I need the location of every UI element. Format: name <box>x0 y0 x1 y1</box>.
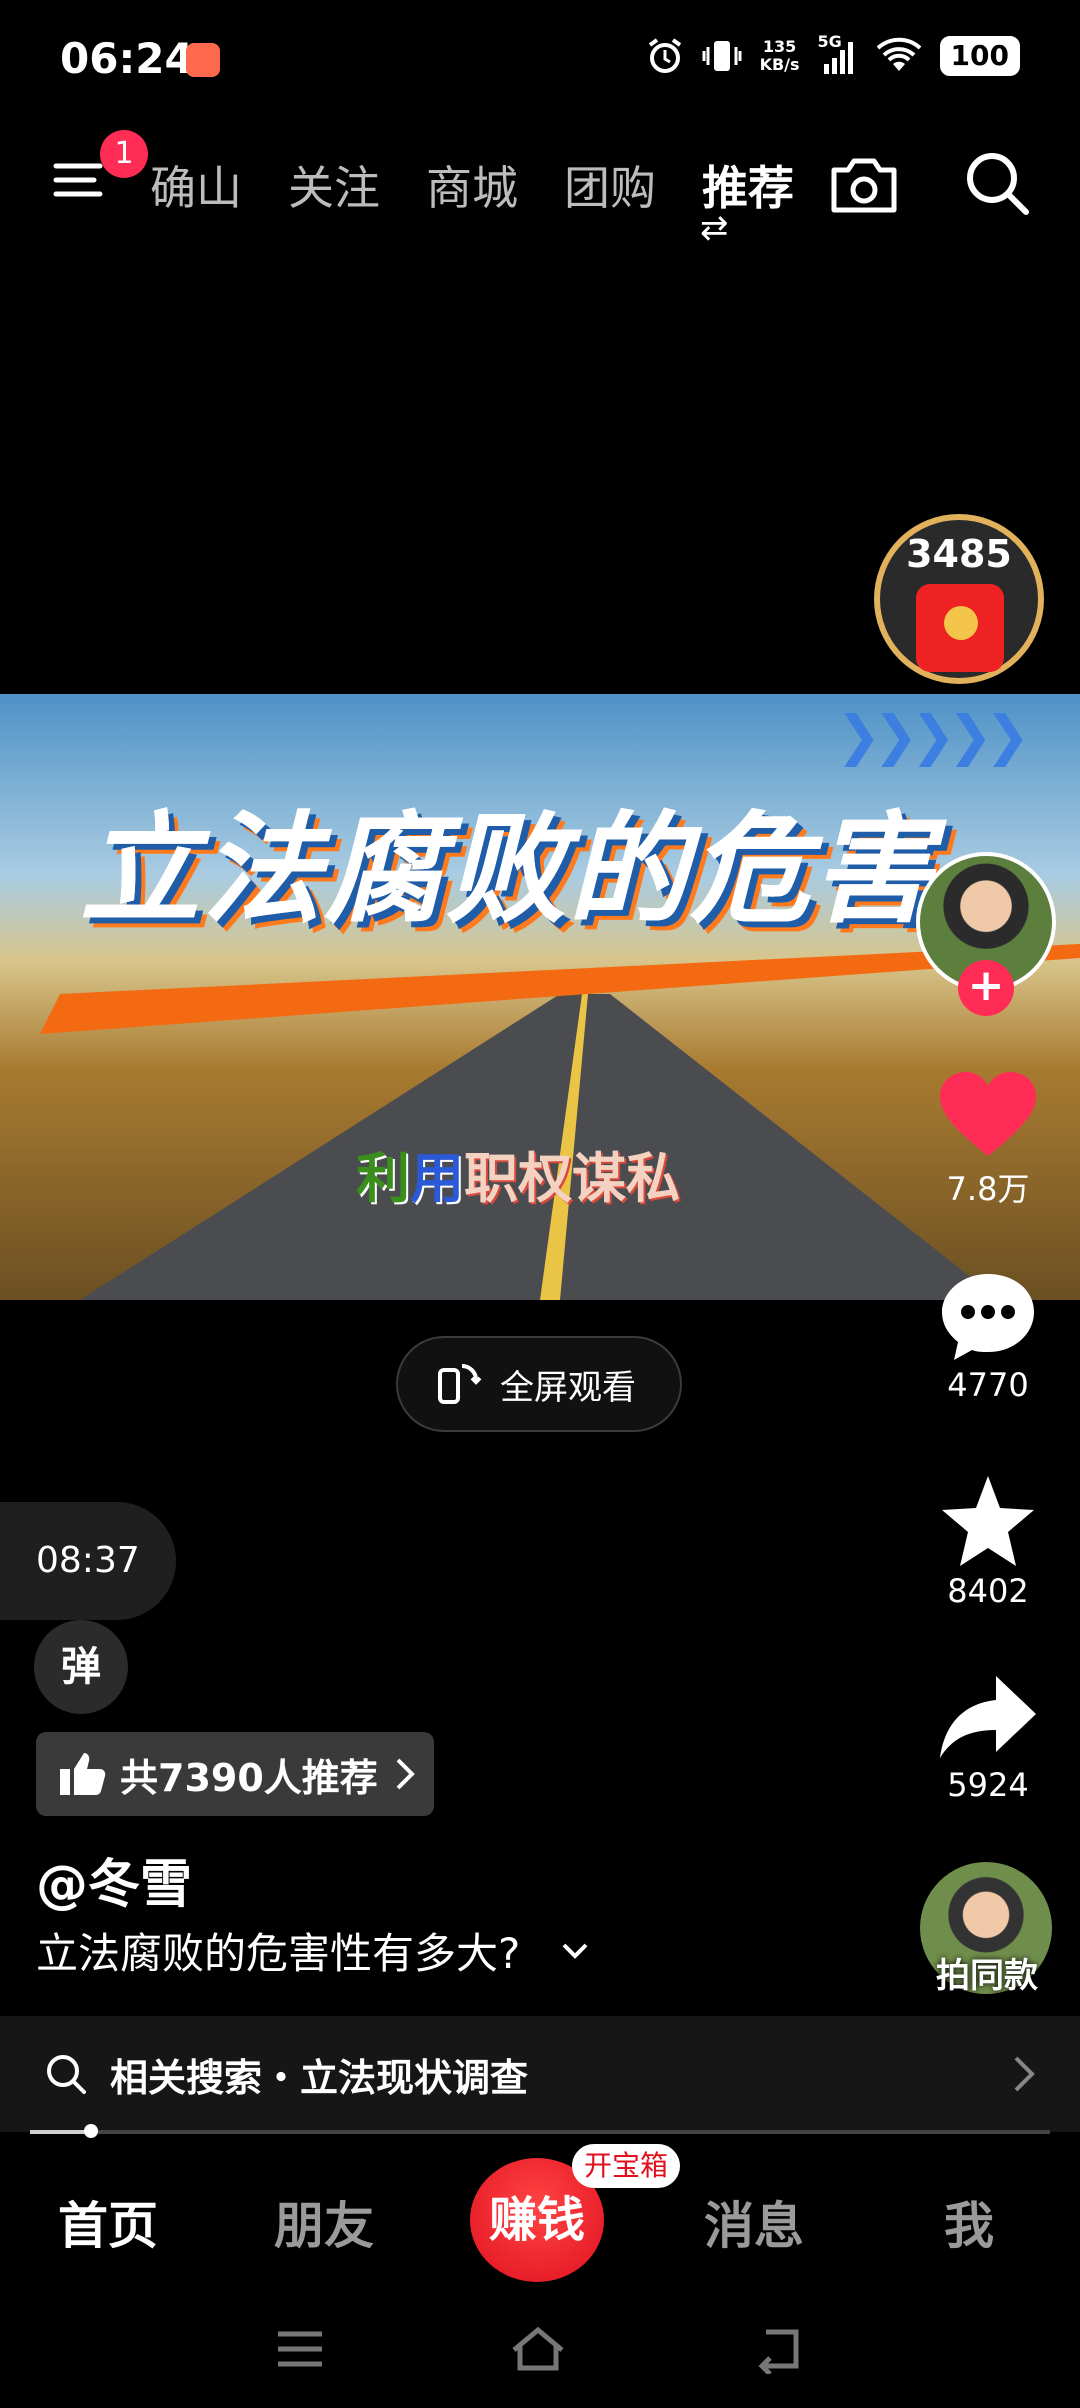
system-nav-bar <box>0 2300 1080 2408</box>
share-button[interactable]: 5924 <box>920 1672 1056 1804</box>
related-search-text: 相关搜索・立法现状调查 <box>110 2055 529 2100</box>
swap-icon[interactable]: ⇄ <box>700 208 729 248</box>
tab-messages[interactable]: 消息 <box>704 2186 804 2258</box>
tab-group-buy[interactable]: 团购 <box>564 152 656 218</box>
top-nav: 1 确山 关注 商城 团购 推荐 ⇄ <box>0 130 1080 248</box>
recent-apps-icon[interactable] <box>272 2324 328 2374</box>
treasure-badge[interactable]: 开宝箱 <box>572 2144 681 2188</box>
chevron-right-icon <box>1014 2056 1035 2092</box>
progress-handle[interactable] <box>84 2124 99 2138</box>
favorite-button[interactable]: 8402 <box>920 1472 1056 1610</box>
author-name[interactable]: @冬雪 <box>36 1842 192 1917</box>
favorite-count: 8402 <box>947 1572 1029 1610</box>
camera-button[interactable] <box>826 150 902 220</box>
danmaku-button[interactable]: 弹 <box>34 1620 128 1714</box>
video-subtitle: 利用职权谋私 <box>356 1146 680 1210</box>
video-player[interactable]: ❯❯❯❯❯ 立法腐败的危害 利用职权谋私 <box>0 694 1080 1300</box>
recommend-pill[interactable]: 共7390人推荐 <box>36 1732 434 1816</box>
like-count: 7.8万 <box>946 1170 1030 1208</box>
notification-badge: 1 <box>100 130 148 178</box>
share-icon <box>940 1676 1036 1758</box>
like-button[interactable]: 7.8万 <box>920 1070 1056 1210</box>
home-icon[interactable] <box>510 2324 566 2374</box>
chevrons-decoration: ❯❯❯❯❯ <box>836 704 1030 767</box>
battery-indicator: 100 <box>939 36 1020 76</box>
video-title-text: 立法腐败的危害 <box>80 799 934 940</box>
recommend-label: 共7390人推荐 <box>120 1755 378 1800</box>
tab-following[interactable]: 关注 <box>288 152 380 218</box>
video-caption[interactable]: 立法腐败的危害性有多大? <box>36 1920 590 1981</box>
network-speed: 135 KB/s <box>759 37 800 74</box>
related-search-bar[interactable]: 相关搜索・立法现状调查 <box>0 2016 1080 2132</box>
follow-button[interactable]: + <box>958 960 1014 1016</box>
search-icon <box>967 153 1029 215</box>
chevron-down-icon[interactable] <box>560 1941 590 1961</box>
nav-tabs: 确山 关注 商城 团购 推荐 <box>150 152 794 218</box>
fullscreen-button[interactable]: 全屏观看 <box>396 1336 682 1432</box>
share-count: 5924 <box>947 1766 1029 1804</box>
status-time: 06:24 <box>60 34 194 83</box>
same-style-label[interactable]: 拍同款 <box>912 1948 1062 1997</box>
comment-count: 4770 <box>947 1366 1029 1404</box>
star-icon <box>942 1476 1034 1566</box>
camera-icon <box>831 158 897 213</box>
chevron-right-icon <box>396 1758 415 1790</box>
thumbs-up-icon <box>60 1753 106 1795</box>
rotate-screen-icon <box>438 1364 482 1404</box>
tab-home[interactable]: 首页 <box>58 2186 158 2258</box>
red-packet-count: 3485 <box>906 532 1012 576</box>
red-packet-widget[interactable]: 3485 <box>874 514 1044 684</box>
search-icon <box>47 2055 86 2094</box>
tab-friends[interactable]: 朋友 <box>274 2186 374 2258</box>
caption-text: 立法腐败的危害性有多大? <box>36 1929 521 1978</box>
app-notification-icon <box>186 43 220 77</box>
wifi-icon <box>876 37 921 71</box>
video-timer: 08:37 <box>0 1502 176 1620</box>
red-packet-icon <box>916 584 1004 672</box>
search-button[interactable] <box>960 146 1036 222</box>
comment-button[interactable]: 4770 <box>920 1270 1056 1404</box>
video-progress-bar[interactable] <box>30 2124 1050 2138</box>
fullscreen-label: 全屏观看 <box>500 1367 636 1408</box>
back-icon[interactable] <box>752 2324 808 2374</box>
progress-fill <box>30 2130 92 2134</box>
status-bar: 06:24 135 KB/s 5G 100 <box>0 0 1080 120</box>
tab-mall[interactable]: 商城 <box>426 152 518 218</box>
alarm-icon <box>648 38 681 73</box>
tab-local[interactable]: 确山 <box>150 152 242 218</box>
signal-icon: 5G <box>818 32 858 76</box>
vibrate-icon <box>702 41 742 71</box>
bottom-tab-bar: 首页 朋友 赚钱 开宝箱 消息 我 <box>0 2140 1080 2282</box>
tab-me[interactable]: 我 <box>944 2186 994 2258</box>
heart-icon <box>940 1072 1036 1156</box>
comment-icon <box>942 1274 1034 1360</box>
status-icons: 135 KB/s 5G 100 <box>646 32 1020 76</box>
